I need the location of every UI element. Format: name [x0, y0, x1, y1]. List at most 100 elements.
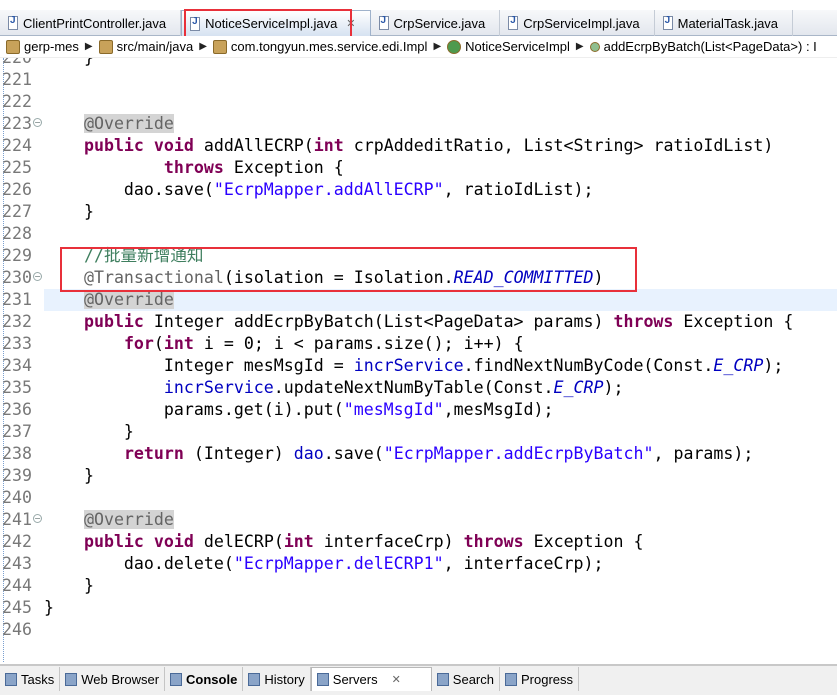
code-text: throws Exception {	[44, 157, 837, 179]
code-text: }	[44, 465, 837, 487]
code-token: public	[83, 312, 144, 331]
history-icon	[248, 672, 261, 686]
code-token: public	[83, 136, 144, 155]
code-token: "mesMsgId"	[343, 400, 444, 419]
code-token: params.get(i).put(	[44, 400, 344, 419]
line-number: 235	[2, 378, 32, 397]
code-line: 241− @Override	[0, 509, 837, 531]
panel-tab-label: Console	[186, 671, 238, 687]
code-token: Exception {	[673, 312, 794, 331]
line-number: 232	[2, 312, 32, 331]
code-token: throws	[163, 158, 224, 177]
editor-tab-0[interactable]: ClientPrintController.java	[0, 10, 182, 36]
progress-icon	[505, 672, 517, 686]
breadcrumb-item[interactable]: NoticeServiceImpl	[447, 39, 570, 54]
fold-toggle-icon[interactable]: −	[33, 118, 42, 127]
panel-tab-tasks[interactable]: Tasks	[0, 667, 61, 691]
breadcrumb-item[interactable]: src/main/java	[98, 39, 193, 54]
code-token: throws	[613, 312, 674, 331]
line-number: 221	[2, 70, 32, 89]
code-token: }	[44, 58, 94, 67]
code-line: 244 }	[0, 575, 837, 597]
fold-toggle-icon[interactable]: −	[33, 272, 42, 281]
tab-label: CrpServiceImpl.java	[523, 15, 640, 31]
breadcrumb-item[interactable]: gerp-mes	[6, 39, 79, 54]
code-token: delECRP(	[193, 532, 284, 551]
editor-tab-3[interactable]: CrpServiceImpl.java	[500, 10, 655, 36]
code-token: E_CRP	[553, 378, 604, 397]
java-file-icon	[662, 15, 673, 30]
code-text: @Override	[44, 509, 837, 531]
code-line: 237 }	[0, 421, 837, 443]
source-folder-icon	[98, 39, 113, 54]
code-text: }	[44, 201, 837, 223]
line-number: 246	[2, 620, 32, 639]
close-icon[interactable]: ✕	[392, 673, 401, 686]
panel-tab-servers[interactable]: Servers ✕	[310, 667, 432, 691]
globe-icon	[65, 672, 78, 686]
code-token: }	[44, 202, 94, 221]
chevron-right-icon: ▶	[199, 41, 207, 52]
tab-label: CrpService.java	[393, 15, 486, 31]
line-number: 240	[2, 488, 32, 507]
line-number: 243	[2, 554, 32, 573]
panel-tab-search[interactable]: Search	[432, 667, 500, 691]
code-token: @Override	[83, 290, 174, 309]
code-line: 235 incrService.updateNextNumByTable(Con…	[0, 377, 837, 399]
code-text: dao.save("EcrpMapper.addAllECRP", ratioI…	[44, 179, 837, 201]
code-text: }	[44, 575, 837, 597]
panel-tab-label: Servers	[332, 672, 378, 687]
code-editor[interactable]: 220 }221222223− @Override224 public void…	[0, 58, 837, 662]
code-line: 245}	[0, 597, 837, 619]
code-token: void	[153, 136, 194, 155]
chevron-right-icon: ▶	[84, 41, 93, 52]
tasks-icon	[5, 672, 17, 686]
editor-tab-2[interactable]: CrpService.java	[371, 10, 501, 36]
panel-tab-console[interactable]: Console	[165, 667, 244, 691]
line-number: 222	[2, 92, 32, 111]
line-number: 238	[2, 444, 32, 463]
code-token: void	[153, 532, 194, 551]
code-token: , interfaceCrp);	[443, 554, 604, 573]
servers-icon	[316, 673, 329, 686]
project-icon	[6, 39, 20, 54]
breadcrumb-item[interactable]: addEcrpByBatch(List<PageData>) : I	[589, 39, 817, 54]
code-token: }	[44, 466, 94, 485]
code-token: addAllECRP(	[193, 136, 314, 155]
line-number: 223	[2, 114, 32, 133]
code-line: 224 public void addAllECRP(int crpAddedi…	[0, 135, 837, 157]
code-token: Exception {	[523, 532, 644, 551]
panel-tab-web-browser[interactable]: Web Browser	[60, 667, 166, 691]
code-token: incrService	[353, 356, 464, 375]
fold-toggle-icon[interactable]: −	[33, 514, 42, 523]
panel-tab-progress[interactable]: Progress	[500, 667, 580, 691]
code-line: 234 Integer mesMsgId = incrService.findN…	[0, 355, 837, 377]
code-text: dao.delete("EcrpMapper.delECRP1", interf…	[44, 553, 837, 575]
code-line: 228	[0, 223, 837, 245]
code-token: (Integer)	[183, 444, 294, 463]
console-icon	[170, 672, 183, 686]
line-number: 245	[2, 598, 32, 617]
line-number: 242	[2, 532, 32, 551]
panel-tab-history[interactable]: History	[243, 667, 311, 691]
code-text: @Override	[44, 289, 837, 311]
line-number: 224	[2, 136, 32, 155]
tab-label: MaterialTask.java	[677, 15, 779, 31]
code-line: 223− @Override	[0, 113, 837, 135]
breadcrumb-item[interactable]: com.tongyun.mes.service.edi.Impl	[212, 39, 427, 54]
code-token: .findNextNumByCode(Const.	[463, 356, 714, 375]
line-number: 237	[2, 422, 32, 441]
java-file-icon	[378, 15, 389, 30]
editor-tab-4[interactable]: MaterialTask.java	[655, 10, 794, 36]
